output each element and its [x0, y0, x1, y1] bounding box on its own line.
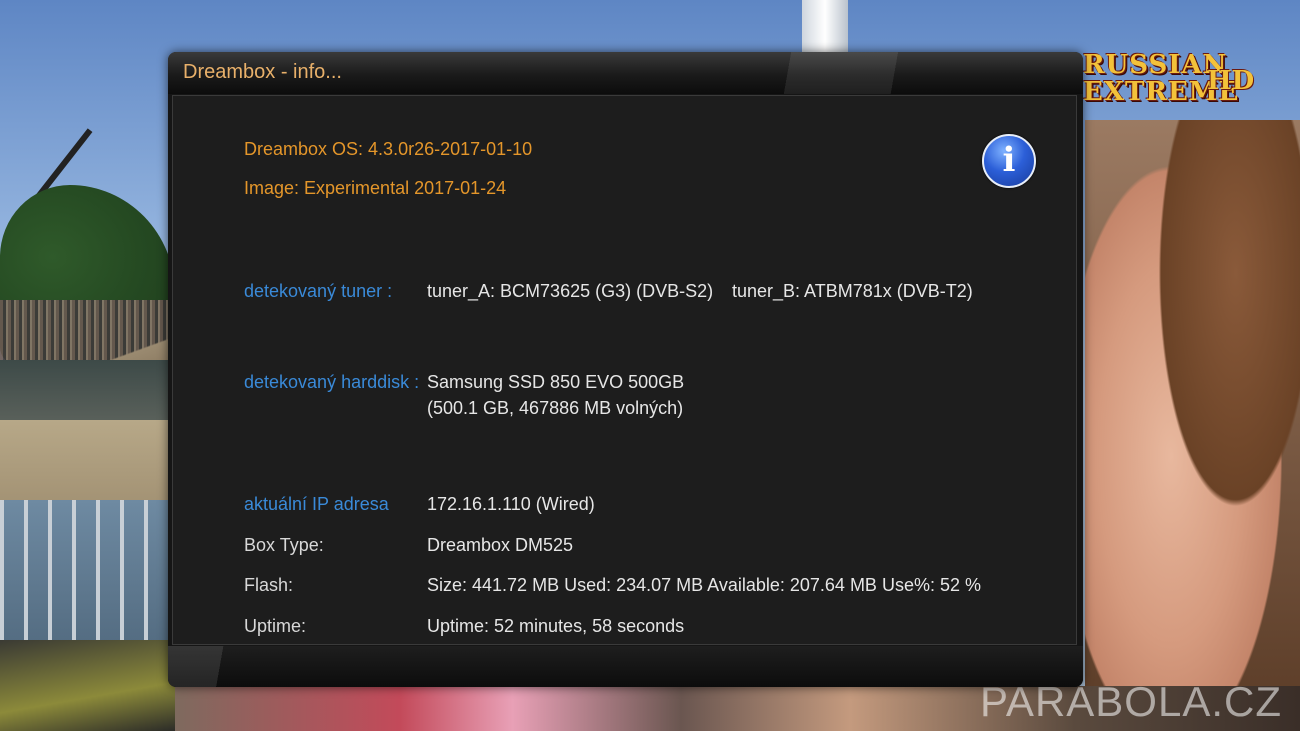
flash-value: Size: 441.72 MB Used: 234.07 MB Availabl… [427, 575, 981, 595]
info-icon: i [982, 134, 1036, 188]
background-tower [802, 0, 848, 52]
dialog-footer [168, 646, 1083, 687]
channel-logo: RUSSIAN EXTREME HD [1083, 52, 1255, 110]
box-type-label: Box Type: [244, 535, 324, 555]
tuner-label: detekovaný tuner : [244, 281, 393, 301]
box-type-value: Dreambox DM525 [427, 535, 574, 555]
uptime-value: Uptime: 52 minutes, 58 seconds [427, 616, 685, 636]
dialog-title: Dreambox - info... [183, 61, 342, 83]
harddisk-model: Samsung SSD 850 EVO 500GB [427, 372, 685, 392]
harddisk-label: detekovaný harddisk : [244, 372, 420, 392]
info-dialog: Dreambox - info... Dreambox OS: 4.3.0r26… [168, 52, 1083, 687]
ip-value: 172.16.1.110 (Wired) [427, 494, 595, 514]
background-railing [0, 500, 175, 660]
dialog-titlebar: Dreambox - info... [168, 52, 1083, 94]
background-deck [0, 640, 175, 731]
uptime-label: Uptime: [244, 616, 307, 636]
channel-logo-hd: HD [1207, 66, 1255, 96]
image-version: Image: Experimental 2017-01-24 [244, 178, 507, 198]
harddisk-capacity: (500.1 GB, 467886 MB volných) [427, 398, 684, 418]
ip-label: aktuální IP adresa [244, 494, 389, 514]
background-person [1085, 120, 1300, 731]
os-version: Dreambox OS: 4.3.0r26-2017-01-10 [244, 139, 533, 159]
flash-label: Flash: [244, 575, 294, 595]
background-water [0, 360, 175, 420]
info-icon-glyph: i [1002, 140, 1016, 180]
tuner-b-value: tuner_B: ATBM781x (DVB-T2) [732, 281, 973, 301]
tuner-a-value: tuner_A: BCM73625 (G3) (DVB-S2) [427, 281, 714, 301]
